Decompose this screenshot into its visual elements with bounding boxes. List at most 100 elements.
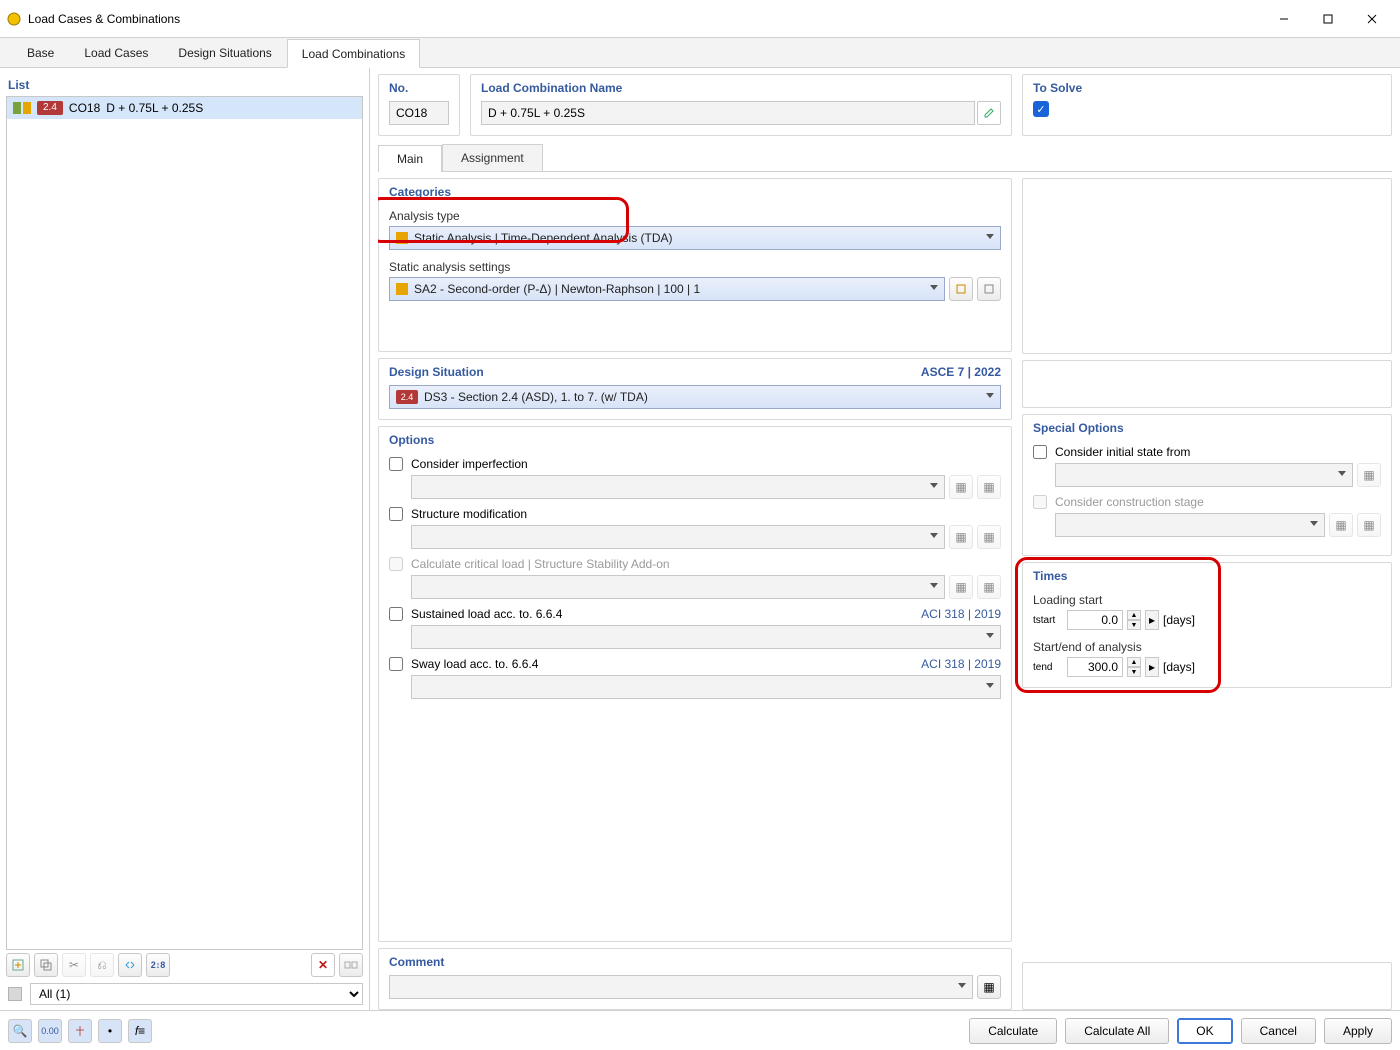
name-label: Load Combination Name xyxy=(481,79,1001,101)
construction-label: Consider construction stage xyxy=(1055,495,1204,509)
sustained-label: Sustained load acc. to. 6.6.4 xyxy=(411,607,562,621)
sway-dropdown xyxy=(411,675,1001,699)
categories-header: Categories xyxy=(389,185,1001,205)
design-situation-dropdown[interactable]: 2.4 DS3 - Section 2.4 (ASD), 1. to 7. (w… xyxy=(389,385,1001,409)
chevron-down-icon xyxy=(930,533,938,538)
tend-play[interactable]: ▸ xyxy=(1145,657,1159,677)
sustained-checkbox[interactable] xyxy=(389,607,403,621)
critload-btn2: ▦ xyxy=(977,575,1001,599)
sas-new-button[interactable] xyxy=(949,277,973,301)
item-desc: D + 0.75L + 0.25S xyxy=(106,101,203,115)
ds-value: DS3 - Section 2.4 (ASD), 1. to 7. (w/ TD… xyxy=(424,390,648,404)
tend-input[interactable] xyxy=(1067,657,1123,677)
right-blank-3 xyxy=(1022,962,1392,1010)
tstart-symbol: tstart xyxy=(1033,615,1063,626)
analysis-type-label: Analysis type xyxy=(389,209,1001,223)
structmod-btn2: ▦ xyxy=(977,525,1001,549)
footer-icon-1[interactable]: 🔍 xyxy=(8,1019,32,1043)
no-field[interactable]: CO18 xyxy=(389,101,449,125)
footer-icon-3[interactable] xyxy=(68,1019,92,1043)
comment-header: Comment xyxy=(389,955,1001,975)
filter-select[interactable]: All (1) xyxy=(30,983,363,1005)
initial-state-checkbox[interactable] xyxy=(1033,445,1047,459)
construction-btn1: ▦ xyxy=(1329,513,1353,537)
sway-ref: ACI 318 | 2019 xyxy=(921,657,1001,671)
tstart-input[interactable] xyxy=(1067,610,1123,630)
delete-button[interactable]: ✕ xyxy=(311,953,335,977)
window-title: Load Cases & Combinations xyxy=(28,12,1262,26)
tend-down[interactable]: ▼ xyxy=(1127,667,1141,677)
initial-state-label: Consider initial state from xyxy=(1055,445,1190,459)
comment-group: Comment ▦ xyxy=(378,948,1012,1010)
chevron-down-icon xyxy=(1310,521,1318,526)
no-label: No. xyxy=(389,79,449,101)
tend-up[interactable]: ▲ xyxy=(1127,657,1141,667)
tstart-up[interactable]: ▲ xyxy=(1127,610,1141,620)
comment-edit-button[interactable]: ▦ xyxy=(977,975,1001,999)
structmod-checkbox[interactable] xyxy=(389,507,403,521)
tab-load-combinations[interactable]: Load Combinations xyxy=(287,39,420,68)
name-card: Load Combination Name D + 0.75L + 0.25S xyxy=(470,74,1012,136)
footer-icon-4[interactable]: • xyxy=(98,1019,122,1043)
footer-bar: 🔍 0.00 • f≡ Calculate Calculate All OK C… xyxy=(0,1010,1400,1050)
right-blank-2 xyxy=(1022,360,1392,408)
tab-load-cases[interactable]: Load Cases xyxy=(69,38,163,67)
ok-button[interactable]: OK xyxy=(1177,1018,1232,1044)
footer-icon-2[interactable]: 0.00 xyxy=(38,1019,62,1043)
filter-color-icon xyxy=(8,987,22,1001)
analysis-time-label: Start/end of analysis xyxy=(1033,640,1381,654)
sustained-ref: ACI 318 | 2019 xyxy=(921,607,1001,621)
analysis-type-icon xyxy=(396,232,408,244)
sas-edit-button[interactable] xyxy=(977,277,1001,301)
analysis-type-dropdown[interactable]: Static Analysis | Time-Dependent Analysi… xyxy=(389,226,1001,250)
footer-icon-5[interactable]: f≡ xyxy=(128,1019,152,1043)
tab-base[interactable]: Base xyxy=(12,38,69,67)
comment-field[interactable] xyxy=(389,975,973,999)
calculate-button[interactable]: Calculate xyxy=(969,1018,1057,1044)
chevron-down-icon xyxy=(986,393,994,398)
color-swatches xyxy=(13,102,31,114)
tab-design-situations[interactable]: Design Situations xyxy=(163,38,286,67)
toolbar-btn-6[interactable]: 2↕8 xyxy=(146,953,170,977)
right-blank-1 xyxy=(1022,178,1392,354)
apply-button[interactable]: Apply xyxy=(1324,1018,1392,1044)
imperfection-checkbox[interactable] xyxy=(389,457,403,471)
name-field[interactable]: D + 0.75L + 0.25S xyxy=(481,101,975,125)
minimize-button[interactable] xyxy=(1262,5,1306,33)
list-header: List xyxy=(6,74,363,96)
subtab-assignment[interactable]: Assignment xyxy=(442,144,543,171)
tstart-down[interactable]: ▼ xyxy=(1127,620,1141,630)
list-toolbar: ✂ ⎌ 2↕8 ✕ xyxy=(6,950,363,980)
app-icon xyxy=(6,11,22,27)
critload-btn1: ▦ xyxy=(949,575,973,599)
construction-btn2: ▦ xyxy=(1357,513,1381,537)
calculate-all-button[interactable]: Calculate All xyxy=(1065,1018,1169,1044)
list-pane: List 2.4 CO18 D + 0.75L + 0.25S ✂ ⎌ 2↕8 … xyxy=(0,68,370,1010)
sway-checkbox[interactable] xyxy=(389,657,403,671)
solve-checkbox[interactable]: ✓ xyxy=(1033,101,1049,117)
cancel-button[interactable]: Cancel xyxy=(1241,1018,1316,1044)
sas-dropdown[interactable]: SA2 - Second-order (P-Δ) | Newton-Raphso… xyxy=(389,277,945,301)
list-item[interactable]: 2.4 CO18 D + 0.75L + 0.25S xyxy=(7,97,362,119)
edit-name-button[interactable] xyxy=(977,101,1001,125)
subtab-main[interactable]: Main xyxy=(378,145,442,172)
filter-row: All (1) xyxy=(6,980,363,1008)
close-button[interactable] xyxy=(1350,5,1394,33)
ds-badge: 2.4 xyxy=(396,390,418,404)
copy-button[interactable] xyxy=(34,953,58,977)
chevron-down-icon xyxy=(958,983,966,988)
analysis-type-value: Static Analysis | Time-Dependent Analysi… xyxy=(414,231,673,245)
chevron-down-icon xyxy=(930,285,938,290)
chevron-down-icon xyxy=(986,234,994,239)
combination-list[interactable]: 2.4 CO18 D + 0.75L + 0.25S xyxy=(6,96,363,950)
chevron-down-icon xyxy=(986,633,994,638)
toolbar-btn-8[interactable] xyxy=(339,953,363,977)
options-header: Options xyxy=(389,433,1001,453)
new-button[interactable] xyxy=(6,953,30,977)
tstart-play[interactable]: ▸ xyxy=(1145,610,1159,630)
chevron-down-icon xyxy=(986,683,994,688)
maximize-button[interactable] xyxy=(1306,5,1350,33)
structmod-dropdown xyxy=(411,525,945,549)
toolbar-btn-5[interactable] xyxy=(118,953,142,977)
tend-symbol: tend xyxy=(1033,662,1063,673)
